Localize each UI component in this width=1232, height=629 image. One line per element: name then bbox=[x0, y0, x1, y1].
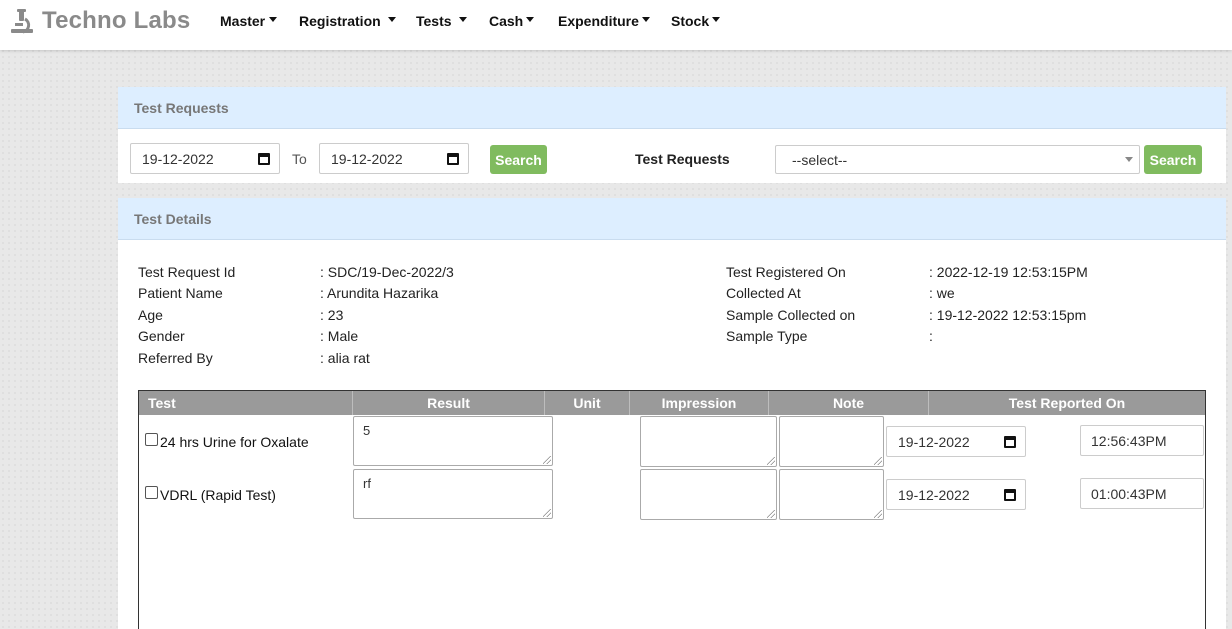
detail-value: : 19-12-2022 12:53:15pm bbox=[929, 307, 1087, 323]
reported-date-input[interactable]: 19-12-2022 bbox=[886, 479, 1026, 510]
date-value: 19-12-2022 bbox=[331, 150, 403, 167]
calendar-icon[interactable] bbox=[258, 153, 270, 165]
note-textarea[interactable] bbox=[779, 416, 884, 467]
detail-label: Gender bbox=[138, 328, 185, 344]
test-name: VDRL (Rapid Test) bbox=[160, 487, 276, 503]
resize-grip-icon[interactable] bbox=[543, 509, 551, 517]
date-value: 19-12-2022 bbox=[898, 433, 970, 450]
from-date-input[interactable]: 19-12-2022 bbox=[130, 143, 280, 174]
test-name: 24 hrs Urine for Oxalate bbox=[160, 434, 309, 450]
caret-down-icon bbox=[458, 16, 467, 22]
row-checkbox[interactable] bbox=[145, 433, 158, 446]
detail-value: : Male bbox=[320, 328, 359, 344]
impression-textarea[interactable] bbox=[640, 416, 777, 467]
reported-date-input[interactable]: 19-12-2022 bbox=[886, 426, 1026, 457]
resize-grip-icon[interactable] bbox=[767, 510, 775, 518]
column-header: Result bbox=[352, 391, 544, 415]
row-checkbox[interactable] bbox=[145, 486, 158, 499]
caret-down-icon bbox=[712, 16, 721, 22]
test-requests-select[interactable]: --select-- bbox=[775, 145, 1140, 174]
calendar-icon[interactable] bbox=[447, 153, 459, 165]
brand[interactable]: Techno Labs bbox=[10, 6, 190, 36]
detail-label: Test Registered On bbox=[726, 264, 846, 280]
nav-expenditure[interactable]: Expenditure bbox=[558, 12, 650, 30]
test-requests-label: Test Requests bbox=[635, 151, 730, 167]
detail-value: : Arundita Hazarika bbox=[320, 285, 439, 301]
column-header: Test bbox=[148, 395, 176, 411]
detail-label: Collected At bbox=[726, 285, 801, 301]
note-textarea[interactable] bbox=[779, 469, 884, 520]
resize-grip-icon[interactable] bbox=[874, 510, 882, 518]
date-value: 19-12-2022 bbox=[142, 150, 214, 167]
detail-value: : 2022-12-19 12:53:15PM bbox=[929, 264, 1088, 280]
nav-stock[interactable]: Stock bbox=[671, 12, 721, 30]
resize-grip-icon[interactable] bbox=[874, 457, 882, 465]
column-header: Impression bbox=[629, 391, 768, 415]
nav-label: Cash bbox=[489, 13, 524, 29]
time-value: 01:00:43PM bbox=[1091, 485, 1167, 502]
date-value: 19-12-2022 bbox=[898, 486, 970, 503]
nav-label: Master bbox=[220, 13, 266, 29]
reported-time-input[interactable]: 12:56:43PM bbox=[1080, 425, 1204, 456]
reported-time-input[interactable]: 01:00:43PM bbox=[1080, 478, 1204, 509]
caret-down-icon bbox=[269, 16, 278, 22]
microscope-icon bbox=[10, 8, 36, 34]
impression-textarea[interactable] bbox=[640, 469, 777, 520]
result-value: rf bbox=[363, 476, 371, 491]
column-header: Test Reported On bbox=[928, 391, 1205, 415]
calendar-icon[interactable] bbox=[1004, 489, 1016, 501]
detail-value: : SDC/19-Dec-2022/3 bbox=[320, 264, 454, 280]
detail-value: : 23 bbox=[320, 307, 344, 323]
detail-label: Test Request Id bbox=[138, 264, 236, 280]
caret-down-icon bbox=[526, 16, 535, 22]
top-navbar: Techno Labs Master Registration Tests Ca… bbox=[0, 0, 1232, 50]
card-title: Test Details bbox=[118, 198, 1226, 240]
result-textarea[interactable]: 5 bbox=[353, 416, 553, 466]
detail-label: Age bbox=[138, 307, 163, 323]
caret-down-icon bbox=[387, 16, 396, 22]
detail-value: : bbox=[929, 328, 933, 344]
result-textarea[interactable]: rf bbox=[353, 469, 553, 519]
card-title: Test Requests bbox=[118, 87, 1226, 129]
date-search-button[interactable]: Search bbox=[490, 145, 547, 174]
nav-registration[interactable]: Registration bbox=[299, 12, 396, 30]
result-value: 5 bbox=[363, 423, 371, 438]
detail-label: Sample Type bbox=[726, 328, 808, 344]
detail-label: Patient Name bbox=[138, 285, 223, 301]
nav-label: Registration bbox=[299, 13, 381, 29]
resize-grip-icon[interactable] bbox=[767, 457, 775, 465]
calendar-icon[interactable] bbox=[1004, 436, 1016, 448]
nav-label: Expenditure bbox=[558, 13, 639, 29]
select-value: --select-- bbox=[792, 151, 848, 168]
detail-label: Referred By bbox=[138, 350, 213, 366]
nav-label: Stock bbox=[671, 13, 710, 29]
time-value: 12:56:43PM bbox=[1091, 432, 1167, 449]
caret-down-icon bbox=[641, 16, 650, 22]
brand-name: Techno Labs bbox=[42, 7, 191, 34]
to-date-input[interactable]: 19-12-2022 bbox=[319, 143, 469, 174]
request-search-button[interactable]: Search bbox=[1144, 145, 1202, 174]
nav-master[interactable]: Master bbox=[220, 12, 278, 30]
detail-label: Sample Collected on bbox=[726, 307, 856, 323]
to-label: To bbox=[292, 151, 307, 167]
resize-grip-icon[interactable] bbox=[543, 456, 551, 464]
table-header: Test Result Unit Impression Note Test Re… bbox=[139, 391, 1205, 415]
nav-cash[interactable]: Cash bbox=[489, 12, 535, 30]
dropdown-arrow-icon bbox=[1125, 157, 1133, 162]
column-header: Unit bbox=[544, 391, 629, 415]
nav-label: Tests bbox=[416, 13, 452, 29]
detail-value: : alia rat bbox=[320, 350, 370, 366]
nav-tests[interactable]: Tests bbox=[416, 12, 467, 30]
detail-value: : we bbox=[929, 285, 955, 301]
column-header: Note bbox=[768, 391, 928, 415]
